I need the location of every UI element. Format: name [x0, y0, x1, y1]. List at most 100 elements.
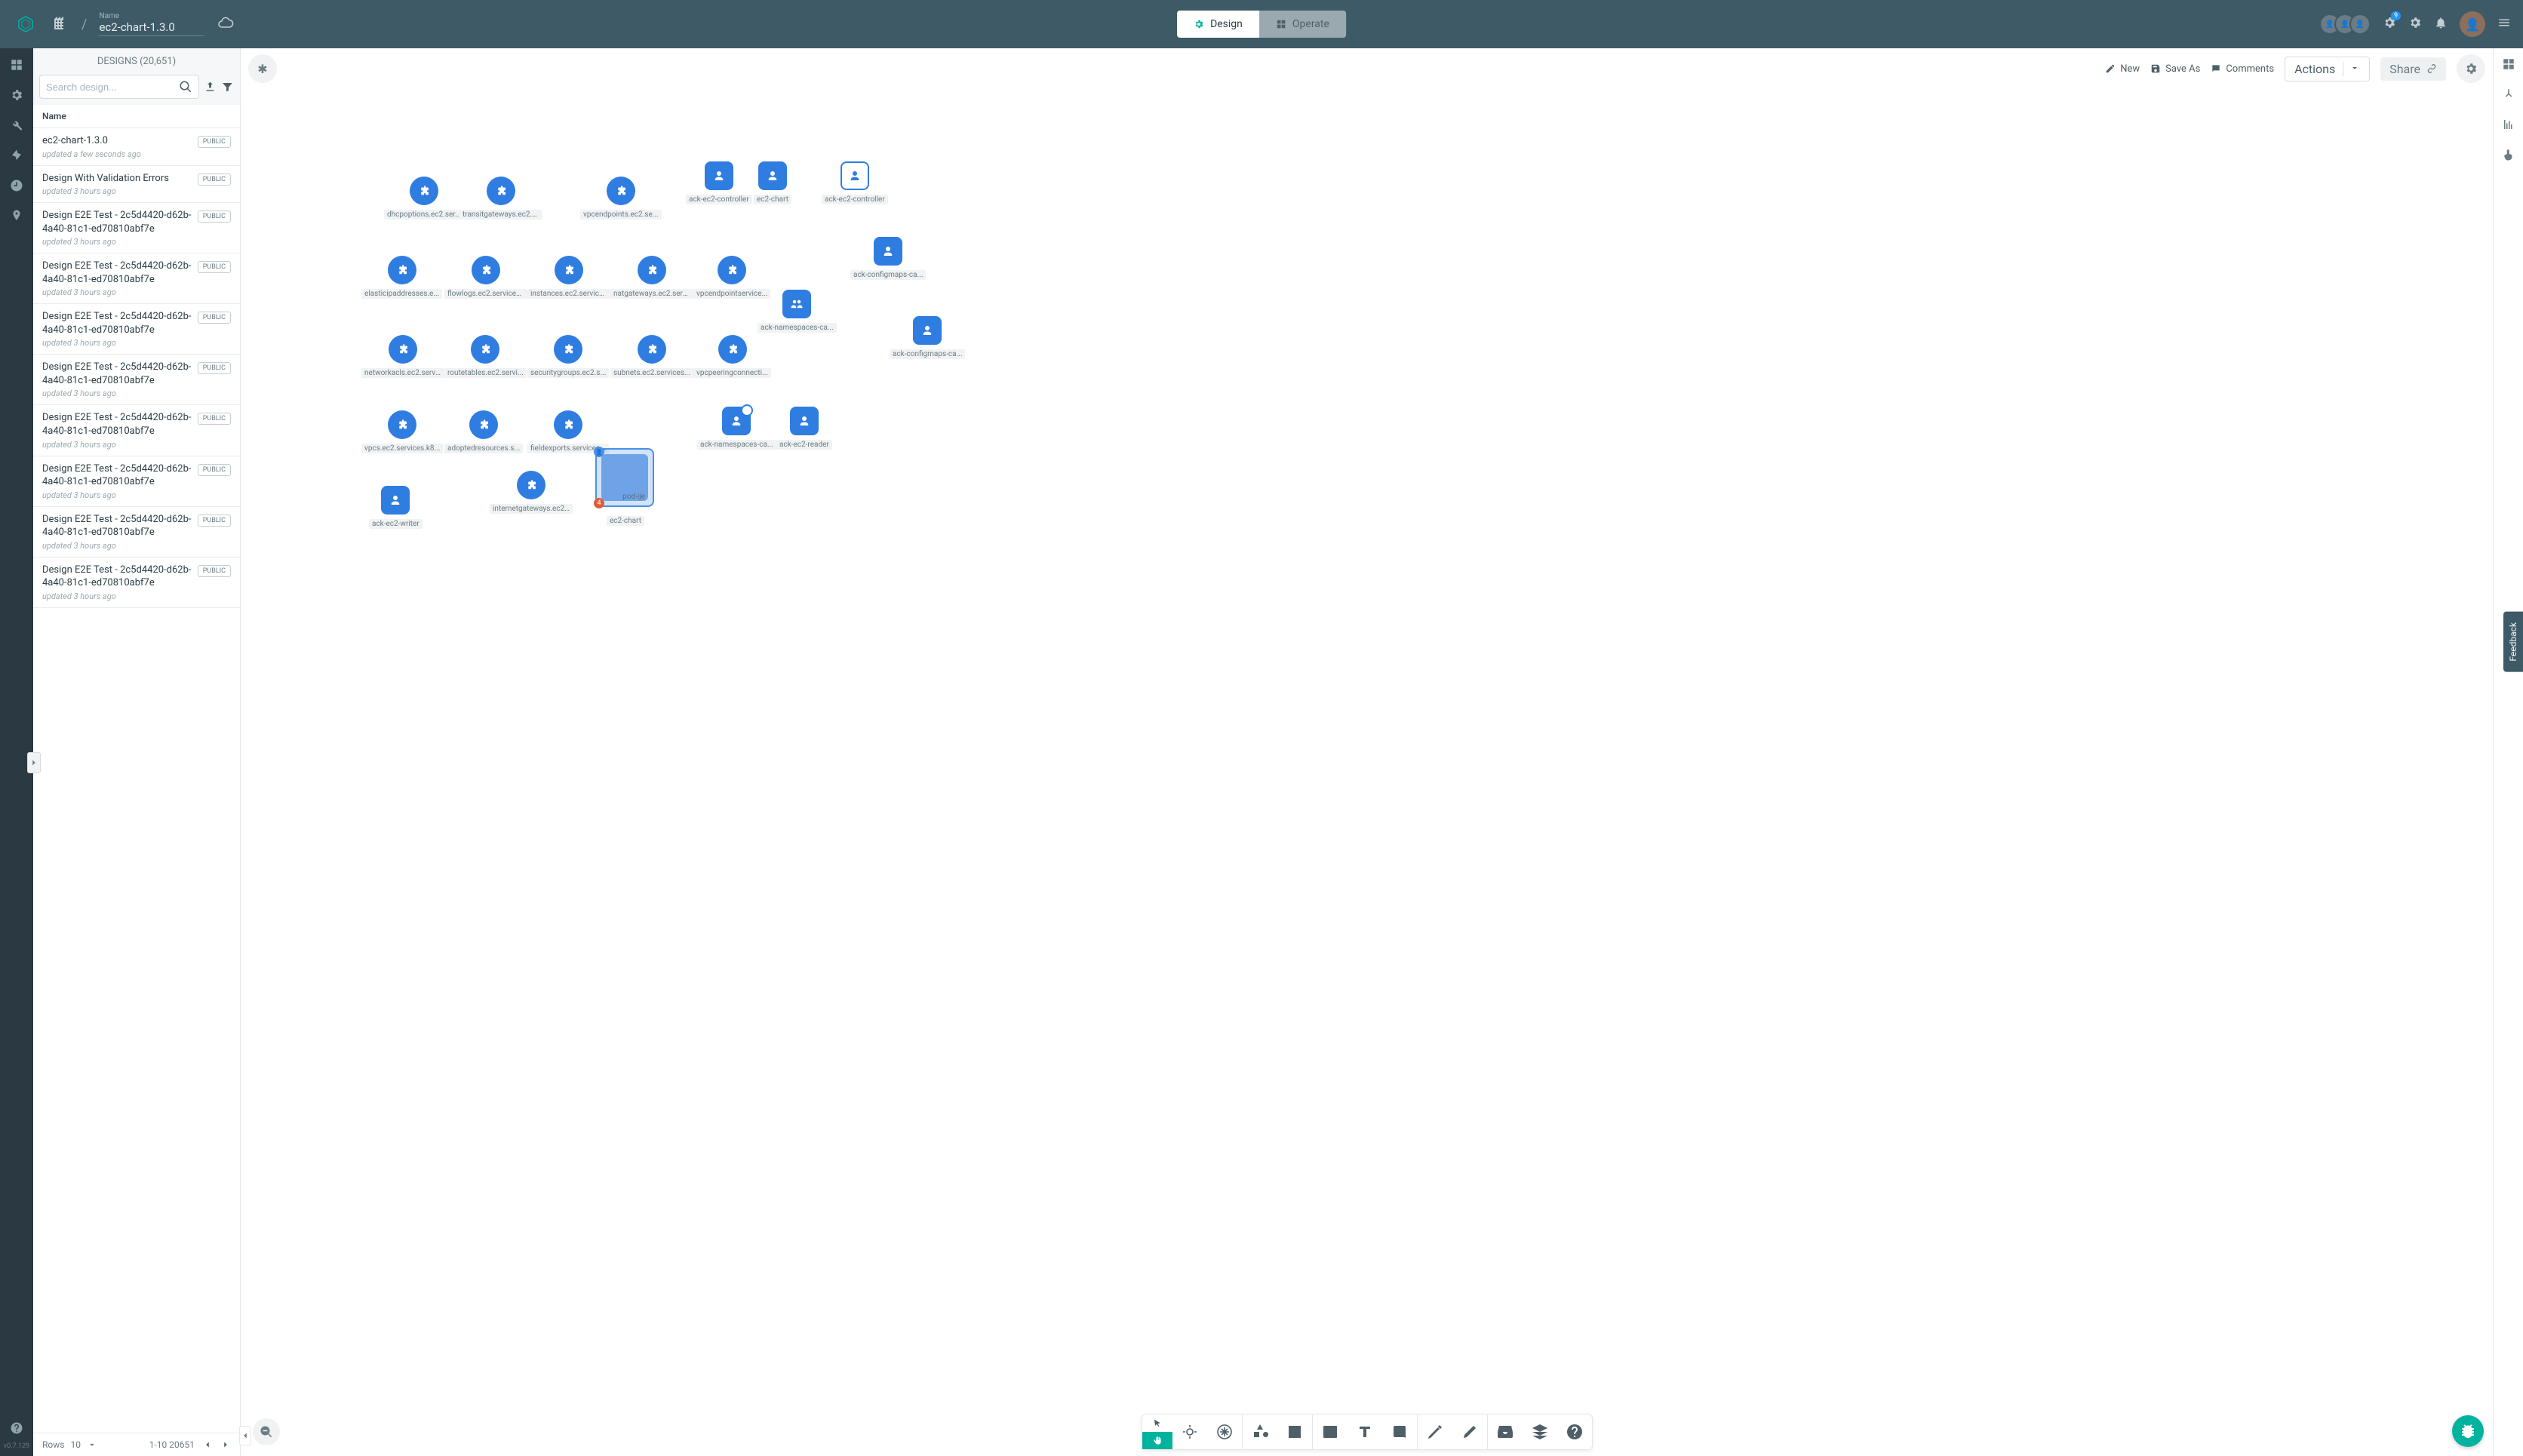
save-as-button[interactable]: Save As [2150, 63, 2200, 75]
design-list-item[interactable]: Design E2E Test - 2c5d4420-d62b-4a40-81c… [33, 456, 240, 507]
search-input[interactable] [46, 81, 179, 93]
image-tool[interactable] [1313, 1415, 1348, 1449]
canvas-node[interactable]: ack-ec2-controller [686, 161, 752, 204]
canvas-node[interactable]: flowlogs.ec2.services... [444, 256, 527, 299]
new-button[interactable]: New [2105, 63, 2140, 75]
cursor-tool[interactable] [1142, 1415, 1172, 1432]
settings-icon[interactable] [2408, 16, 2422, 32]
design-item-title: Design With Validation Errors [42, 172, 192, 186]
canvas-node[interactable]: internetgateways.ec2... [490, 471, 573, 514]
rail-collapse-toggle[interactable] [27, 752, 41, 773]
search-icon[interactable] [179, 80, 192, 94]
help-icon[interactable] [10, 1421, 23, 1438]
tab-operate[interactable]: Operate [1259, 11, 1346, 38]
canvas-node[interactable]: networkacls.ec2.servi... [361, 335, 444, 378]
canvas-collapse-toggle[interactable] [239, 1426, 251, 1445]
selected-node[interactable]: 👤 4 pod-ije [595, 448, 654, 507]
canvas-node[interactable]: instances.ec2.service... [527, 256, 610, 299]
help-tool[interactable] [1557, 1415, 1592, 1449]
canvas-node[interactable]: vpcs.ec2.services.k8... [361, 410, 443, 453]
mode-tabs: Design Operate [1177, 11, 1346, 38]
canvas-node[interactable]: adoptedresources.s... [444, 410, 523, 453]
design-list-item[interactable]: Design E2E Test - 2c5d4420-d62b-4a40-81c… [33, 507, 240, 558]
rail-dashboard-icon[interactable] [9, 57, 24, 72]
canvas-node[interactable]: subnets.ec2.services... [610, 335, 693, 378]
right-chart-icon[interactable] [2502, 118, 2515, 134]
cloud-sync-icon[interactable] [217, 14, 235, 35]
bell-icon[interactable] [2434, 16, 2448, 32]
zoom-out-button[interactable] [253, 1418, 280, 1445]
canvas-node[interactable]: natgateways.ec2.serv... [610, 256, 693, 299]
canvas-node[interactable]: ec2-chart [754, 161, 791, 204]
rail-history-icon[interactable] [9, 178, 24, 193]
rail-explore-icon[interactable] [9, 148, 24, 163]
canvas-node[interactable]: ack-configmaps-ca... [850, 237, 926, 280]
rail-settings-icon[interactable] [9, 88, 24, 103]
node-label: ack-ec2-controller [686, 195, 752, 204]
target-tool[interactable] [1172, 1415, 1207, 1449]
tab-design[interactable]: Design [1177, 11, 1259, 38]
canvas-node[interactable]: ack-configmaps-ca... [890, 316, 965, 359]
comments-button[interactable]: Comments [2211, 63, 2274, 75]
user-avatar[interactable]: 👤 [2460, 11, 2485, 37]
app-logo[interactable] [12, 11, 39, 38]
collaborator-avatars[interactable]: 👤 👤 👤 [2319, 14, 2371, 35]
design-list-item[interactable]: Design E2E Test - 2c5d4420-d62b-4a40-81c… [33, 203, 240, 253]
canvas-node[interactable]: routetables.ec2.servi... [444, 335, 527, 378]
hand-tool[interactable] [1142, 1432, 1172, 1449]
canvas-node[interactable]: ack-ec2-reader [776, 407, 832, 450]
canvas-settings-button[interactable] [2457, 54, 2485, 83]
pen2-tool[interactable] [1452, 1415, 1487, 1449]
design-list-item[interactable]: Design E2E Test - 2c5d4420-d62b-4a40-81c… [33, 405, 240, 456]
canvas-node[interactable]: elasticipaddresses.e... [361, 256, 442, 299]
canvas-pattern-toggle[interactable]: ✱ [248, 54, 277, 83]
design-list-item[interactable]: Design E2E Test - 2c5d4420-d62b-4a40-81c… [33, 355, 240, 405]
upload-icon[interactable] [204, 80, 217, 94]
actions-dropdown[interactable]: Actions [2285, 57, 2370, 81]
text-tool[interactable] [1348, 1415, 1382, 1449]
filter-icon[interactable] [221, 80, 234, 94]
node-icon [790, 407, 819, 435]
rows-dropdown-icon[interactable] [87, 1439, 97, 1450]
visibility-badge: PUBLIC [198, 464, 231, 476]
canvas-node[interactable]: ack-ec2-controller [822, 161, 888, 204]
design-name-field[interactable]: Name ec2-chart-1.3.0 [99, 12, 204, 36]
pen1-tool[interactable] [1418, 1415, 1452, 1449]
rail-tools-icon[interactable] [9, 118, 24, 133]
canvas-node[interactable]: transitgateways.ec2.s... [459, 177, 542, 220]
note-tool[interactable] [1277, 1415, 1312, 1449]
hamburger-icon[interactable] [2497, 16, 2511, 32]
right-touch-icon[interactable] [2502, 148, 2515, 164]
page-prev-icon[interactable] [202, 1439, 213, 1450]
canvas-node[interactable]: vpcendpoints.ec2.se... [580, 177, 662, 220]
page-next-icon[interactable] [220, 1439, 231, 1450]
canvas-node[interactable]: ack-namespaces-ca... [697, 407, 776, 450]
design-list-item[interactable]: Design E2E Test - 2c5d4420-d62b-4a40-81c… [33, 253, 240, 304]
activity-icon[interactable]: 9 [2383, 16, 2396, 32]
canvas-node[interactable]: ack-ec2-writer [369, 486, 423, 529]
canvas-node[interactable]: dhcpoptions.ec2.ser... [384, 177, 464, 220]
book-tool[interactable] [1382, 1415, 1417, 1449]
layers-tool[interactable] [1523, 1415, 1557, 1449]
canvas-node[interactable]: ack-namespaces-ca... [758, 290, 837, 333]
bug-report-button[interactable] [2452, 1415, 2484, 1447]
node-icon [471, 335, 499, 364]
design-list-item[interactable]: Design E2E Test - 2c5d4420-d62b-4a40-81c… [33, 558, 240, 608]
canvas-node[interactable]: securitygroups.ec2.s... [527, 335, 609, 378]
right-grid-icon[interactable] [2502, 57, 2515, 74]
inbox-tool[interactable] [1488, 1415, 1523, 1449]
shapes-tool[interactable] [1243, 1415, 1277, 1449]
design-list-item[interactable]: ec2-chart-1.3.0 updated a few seconds ag… [33, 128, 240, 166]
org-icon[interactable] [51, 14, 69, 35]
canvas-area[interactable]: ✱ New Save As Comments Actions Share [241, 48, 2493, 1456]
k8s-tool[interactable] [1207, 1415, 1242, 1449]
rail-location-icon[interactable] [9, 208, 24, 223]
node-label: ec2-chart [754, 195, 791, 204]
right-fork-icon[interactable] [2502, 88, 2515, 104]
share-button[interactable]: Share [2380, 57, 2446, 81]
feedback-tab[interactable]: Feedback [2503, 612, 2523, 672]
canvas-node[interactable]: vpcpeeringconnecti... [693, 335, 771, 378]
design-list-item[interactable]: Design E2E Test - 2c5d4420-d62b-4a40-81c… [33, 304, 240, 355]
design-item-title: Design E2E Test - 2c5d4420-d62b-4a40-81c… [42, 260, 192, 286]
design-list-item[interactable]: Design With Validation Errors updated 3 … [33, 166, 240, 204]
